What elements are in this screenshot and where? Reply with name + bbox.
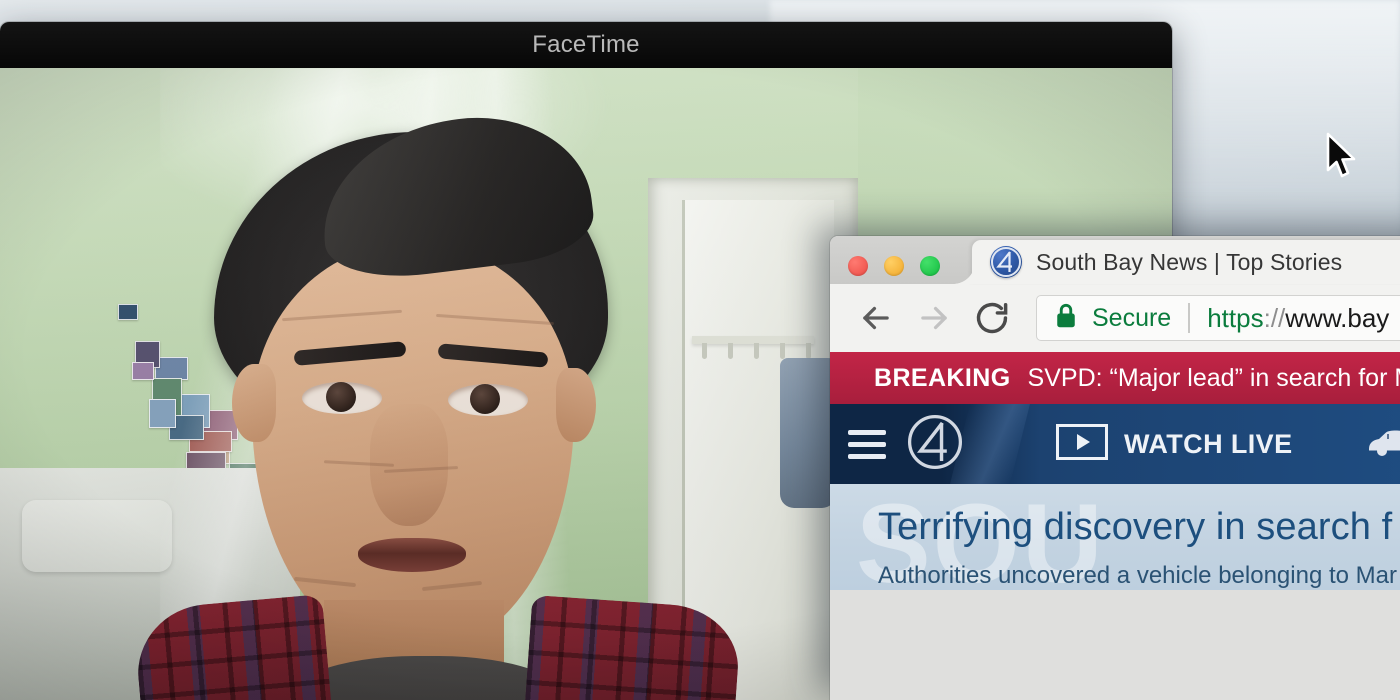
article-headline[interactable]: Terrifying discovery in search f [878,506,1400,549]
lock-icon [1053,301,1079,336]
browser-window: South Bay News | Top Stories Secure http… [830,236,1400,700]
site-navigation-bar: WATCH LIVE T [830,404,1400,484]
participant-mouth [358,538,466,572]
video-call-participant [132,104,743,700]
breaking-news-banner[interactable]: BREAKING SVPD: “Major lead” in search fo… [830,352,1400,404]
collage-photo [118,304,138,320]
browser-tabstrip: South Bay News | Top Stories [830,236,1400,284]
collage-photo [132,362,154,380]
door-hook [806,343,811,359]
hamburger-bar [848,453,886,459]
mouse-pointer-icon [1325,132,1359,182]
browser-tab[interactable]: South Bay News | Top Stories [953,240,1400,284]
participant-ear-left [232,364,276,442]
participant-ear-right [556,368,596,442]
article-subheadline: Authorities uncovered a vehicle belongin… [878,562,1397,589]
forward-arrow-icon [906,290,962,346]
car-icon [1365,425,1400,464]
maximize-window-button[interactable] [920,256,940,276]
url-host: www.bay [1285,302,1390,333]
participant-plaid-shirt-right [519,594,743,700]
address-bar-separator [1188,303,1191,333]
minimize-window-button[interactable] [884,256,904,276]
participant-iris-right [470,384,500,414]
article-section: SOU Terrifying discovery in search f Aut… [830,484,1400,590]
hamburger-bar [848,441,886,447]
participant-iris-left [326,382,356,412]
video-play-icon [1056,423,1108,465]
door-hook [754,343,759,359]
channel-4-logo-icon [990,246,1022,278]
breaking-news-tag: BREAKING [874,363,1011,392]
channel-4-logo-icon[interactable] [906,413,964,476]
breaking-news-headline: SVPD: “Major lead” in search for Ma [1027,363,1400,392]
bed-pillow [22,500,172,572]
door-hook [780,343,785,359]
address-bar[interactable]: Secure https://www.bay [1036,295,1400,341]
url-scheme: https [1207,302,1264,333]
address-bar-url: https://www.bay [1207,303,1389,334]
security-status-label: Secure [1092,303,1172,332]
back-arrow-icon[interactable] [848,290,904,346]
url-slashes: :// [1263,302,1286,333]
facetime-titlebar[interactable]: FaceTime [0,22,1172,68]
browser-toolbar: Secure https://www.bay [830,284,1400,352]
watch-live-nav-item[interactable]: WATCH LIVE [1056,423,1293,465]
hamburger-bar [848,429,886,435]
hanging-coat [780,358,836,508]
facetime-window-title: FaceTime [532,31,640,58]
reload-icon[interactable] [964,290,1020,346]
hamburger-menu-icon[interactable] [848,429,886,459]
watch-live-label: WATCH LIVE [1124,428,1293,459]
browser-tab-title: South Bay News | Top Stories [1036,248,1343,275]
close-window-button[interactable] [848,256,868,276]
traffic-nav-item[interactable]: T [1365,425,1400,464]
window-traffic-lights [848,256,940,276]
